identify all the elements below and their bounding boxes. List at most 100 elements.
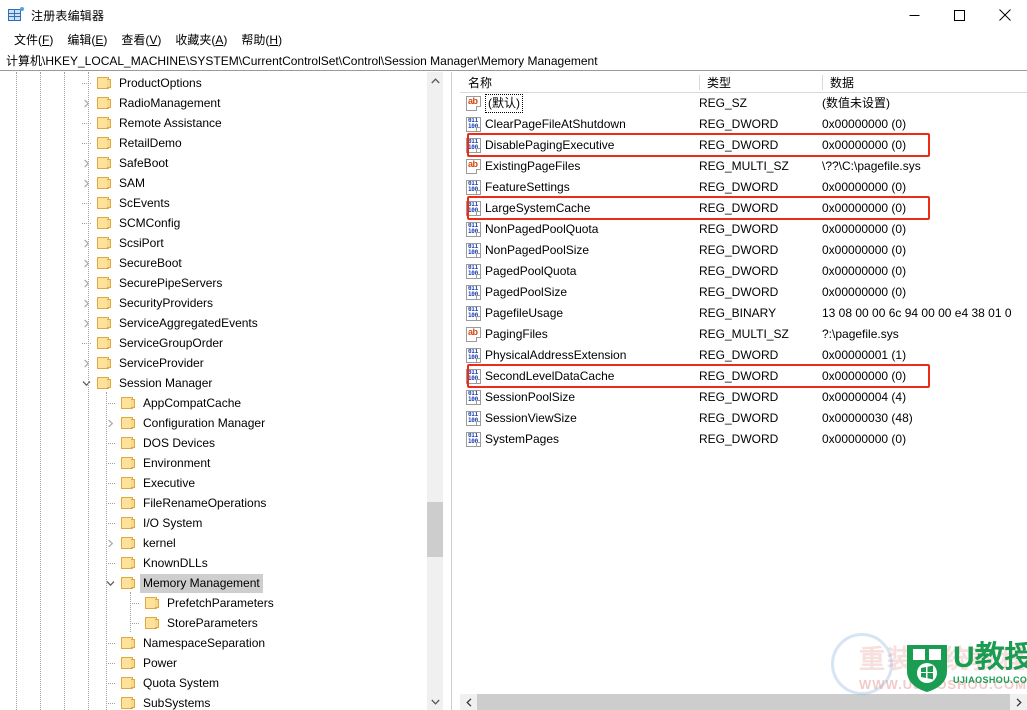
folder-icon [120,555,136,571]
registry-value-row[interactable]: 011 100 ClearPageFileAtShutdown REG_DWORD 0x… [460,114,1027,135]
registry-value-row[interactable]: 011 100 SessionViewSize REG_DWORD 0x00000030… [460,408,1027,429]
chevron-right-icon[interactable] [102,413,118,433]
chevron-right-icon[interactable] [78,273,94,293]
tree-item-remote-assistance[interactable]: Remote Assistance [0,113,443,133]
tree-item-retaildemo[interactable]: RetailDemo [0,133,443,153]
tree-item-scmconfig[interactable]: SCMConfig [0,213,443,233]
folder-icon [120,575,136,591]
menu-item-2[interactable]: 编辑(E) [60,31,114,50]
chevron-right-icon[interactable] [78,293,94,313]
tree-item-environment[interactable]: Environment [0,453,443,473]
close-button[interactable] [982,0,1027,30]
column-divider[interactable] [822,75,823,90]
value-data: 0x00000000 (0) [822,285,907,299]
tree-item-serviceprovider[interactable]: ServiceProvider [0,353,443,373]
registry-value-row[interactable]: 011 100 SecondLevelDataCache REG_DWORD 0x000… [460,366,1027,387]
tree-item-subsystems[interactable]: SubSystems [0,693,443,710]
registry-value-row[interactable]: ExistingPageFiles REG_MULTI_SZ \??\C:\page… [460,156,1027,177]
registry-value-row[interactable]: PagingFiles REG_MULTI_SZ ?:\pagefile.sys [460,324,1027,345]
address-bar[interactable]: 计算机\HKEY_LOCAL_MACHINE\SYSTEM\CurrentCon… [0,51,1027,71]
minimize-button[interactable] [892,0,937,30]
tree-item-quota-system[interactable]: Quota System [0,673,443,693]
chevron-right-icon[interactable] [78,233,94,253]
registry-value-row[interactable]: 011 100 LargeSystemCache REG_DWORD 0x0000000… [460,198,1027,219]
registry-value-row[interactable]: 011 100 PagedPoolQuota REG_DWORD 0x00000000 … [460,261,1027,282]
chevron-right-icon[interactable] [78,93,94,113]
list-horizontal-scrollbar[interactable] [460,693,1027,710]
value-data: 0x00000000 (0) [822,243,907,257]
tree-item-label: PrefetchParameters [167,595,274,610]
registry-value-row[interactable]: 011 100 PagedPoolSize REG_DWORD 0x00000000 (… [460,282,1027,303]
tree-item-label: SecurePipeServers [119,275,223,290]
chevron-right-icon[interactable] [78,353,94,373]
maximize-button[interactable] [937,0,982,30]
tree-item-appcompatcache[interactable]: AppCompatCache [0,393,443,413]
tree-item-securepipeservers[interactable]: SecurePipeServers [0,273,443,293]
menu-item-5[interactable]: 帮助(H) [234,31,289,50]
registry-value-row[interactable]: 011 100 SystemPages REG_DWORD 0x00000000 (0) [460,429,1027,450]
registry-values-list: (默认) REG_SZ (数值未设置) 011100 ClearPageFileAtSh… [460,93,1027,689]
tree-item-sam[interactable]: SAM [0,173,443,193]
registry-value-row[interactable]: 011 100 SessionPoolSize REG_DWORD 0x00000004… [460,387,1027,408]
tree-item-serviceaggregatedevents[interactable]: ServiceAggregatedEvents [0,313,443,333]
tree-item-scsiport[interactable]: ScsiPort [0,233,443,253]
tree-item-safeboot[interactable]: SafeBoot [0,153,443,173]
tree-item-session-manager[interactable]: Session Manager [0,373,443,393]
tree-vertical-scrollbar[interactable] [426,72,443,710]
tree-item-power[interactable]: Power [0,653,443,673]
chevron-right-icon[interactable] [78,173,94,193]
chevron-down-icon[interactable] [78,373,94,393]
value-type: REG_DWORD [699,432,779,446]
scroll-left-icon[interactable] [460,694,477,710]
column-header-data[interactable]: 数据 [822,72,1027,93]
chevron-right-icon[interactable] [78,313,94,333]
tree-item-prefetchparameters[interactable]: PrefetchParameters [0,593,443,613]
list-scrollbar-thumb[interactable] [477,694,1010,710]
registry-value-row[interactable]: (默认) REG_SZ (数值未设置) [460,93,1027,114]
menu-item-1[interactable]: 文件(F) [7,31,60,50]
tree-item-executive[interactable]: Executive [0,473,443,493]
pane-splitter[interactable] [443,72,460,710]
registry-value-row[interactable]: 011 100 NonPagedPoolQuota REG_DWORD 0x000000… [460,219,1027,240]
tree-item-namespaceseparation[interactable]: NamespaceSeparation [0,633,443,653]
registry-value-row[interactable]: 011 100 FeatureSettings REG_DWORD 0x00000000… [460,177,1027,198]
value-name: DisablePagingExecutive [485,138,615,152]
registry-value-row[interactable]: 011 100 PagefileUsage REG_BINARY 13 08 00 00… [460,303,1027,324]
tree-item-securityproviders[interactable]: SecurityProviders [0,293,443,313]
tree-item-filerenameoperations[interactable]: FileRenameOperations [0,493,443,513]
chevron-right-icon[interactable] [78,253,94,273]
scroll-right-icon[interactable] [1010,694,1027,710]
tree-item-scevents[interactable]: ScEvents [0,193,443,213]
registry-value-row[interactable]: 011 100 PhysicalAddressExtension REG_DWORD 0… [460,345,1027,366]
value-type: REG_DWORD [699,180,779,194]
tree-item-dos-devices[interactable]: DOS Devices [0,433,443,453]
column-header-name[interactable]: 名称 [460,72,699,93]
registry-value-row[interactable]: 011 100 DisablePagingExecutive REG_DWORD 0x0… [460,135,1027,156]
chevron-down-icon[interactable] [102,573,118,593]
tree-item-storeparameters[interactable]: StoreParameters [0,613,443,633]
dword-value-icon: 011 100 [466,243,481,258]
scroll-down-icon[interactable] [427,693,443,710]
folder-icon [96,175,112,191]
tree-item-memory-management[interactable]: Memory Management [0,573,443,593]
chevron-right-icon[interactable] [78,153,94,173]
registry-value-row[interactable]: 011 100 NonPagedPoolSize REG_DWORD 0x0000000… [460,240,1027,261]
tree-item-servicegrouporder[interactable]: ServiceGroupOrder [0,333,443,353]
tree-item-configuration-manager[interactable]: Configuration Manager [0,413,443,433]
tree-item-secureboot[interactable]: SecureBoot [0,253,443,273]
tree-item-radiomanagement[interactable]: RadioManagement [0,93,443,113]
chevron-right-icon[interactable] [102,533,118,553]
tree-item-i-o-system[interactable]: I/O System [0,513,443,533]
column-divider[interactable] [699,75,700,90]
scroll-up-icon[interactable] [427,72,443,89]
tree-item-productoptions[interactable]: ProductOptions [0,73,443,93]
dword-value-icon: 011 100 [466,264,481,279]
tree-scrollbar-thumb[interactable] [427,502,443,557]
folder-icon [120,395,136,411]
column-header-type[interactable]: 类型 [699,72,822,93]
menu-item-3[interactable]: 查看(V) [114,31,168,50]
tree-item-knowndlls[interactable]: KnownDLLs [0,553,443,573]
menu-item-4[interactable]: 收藏夹(A) [168,31,234,50]
tree-item-kernel[interactable]: kernel [0,533,443,553]
value-data: 0x00000000 (0) [822,138,907,152]
